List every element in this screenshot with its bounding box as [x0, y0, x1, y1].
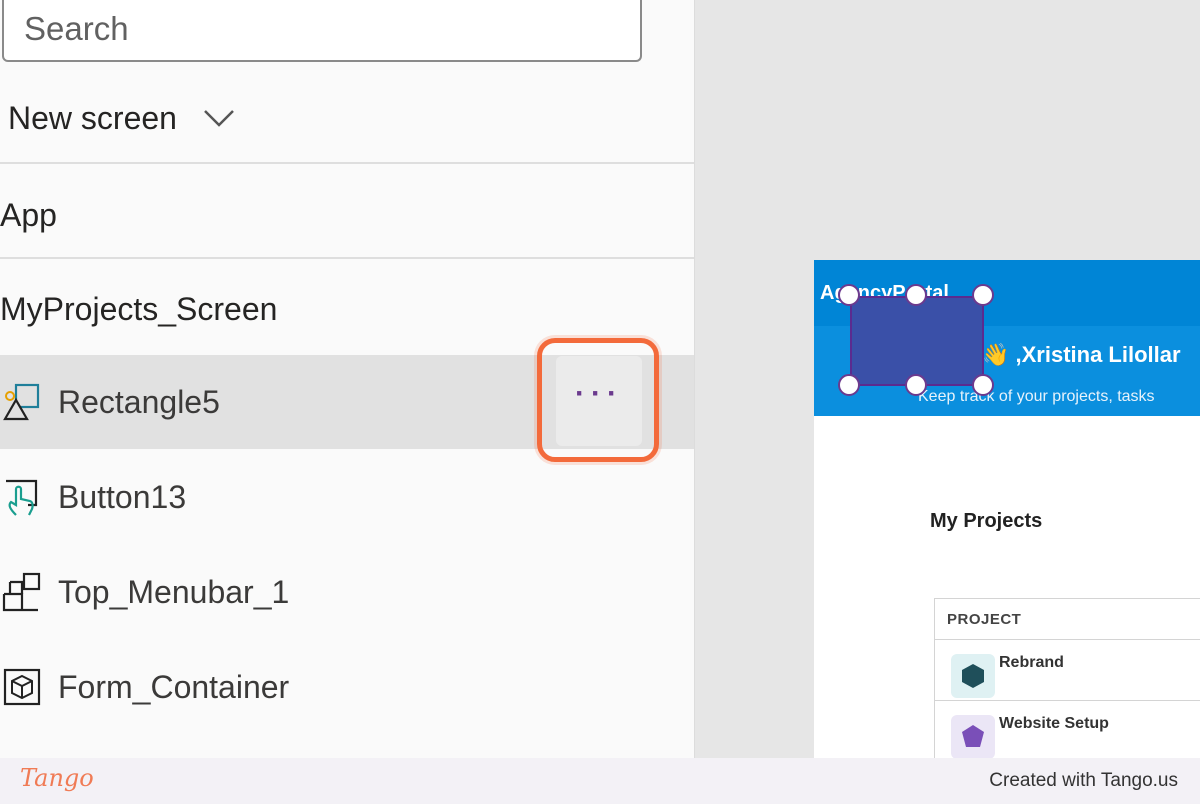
- created-with-text: Created with Tango.us: [989, 770, 1178, 791]
- rectangle-icon: [3, 383, 40, 421]
- tree-item-screen[interactable]: MyProjects_Screen: [0, 282, 694, 336]
- resize-handle[interactable]: [972, 374, 994, 396]
- gem-icon: [962, 725, 984, 747]
- resize-handle[interactable]: [972, 284, 994, 306]
- tree-item-label: Top_Menubar_1: [58, 573, 290, 610]
- search-input[interactable]: [2, 0, 642, 62]
- resize-handle[interactable]: [905, 374, 927, 396]
- tree-item-label: Button13: [58, 478, 187, 515]
- more-options-button[interactable]: ···: [556, 356, 642, 446]
- chevron-down-icon: [204, 110, 234, 127]
- project-name: Website Setup: [999, 715, 1109, 732]
- footer-bar: Tango Created with Tango.us: [0, 758, 1200, 804]
- subtitle-text: Keep track of your projects, tasks: [918, 388, 1155, 405]
- divider: [0, 162, 694, 164]
- projects-table: PROJECT Rebrand Website Setup: [934, 598, 1200, 758]
- tree-item-button13[interactable]: Button13: [0, 450, 694, 544]
- project-name: Rebrand: [999, 654, 1064, 671]
- project-thumbnail: [951, 715, 995, 758]
- tree-item-top-menubar[interactable]: Top_Menubar_1: [0, 545, 694, 639]
- container-icon: [2, 572, 41, 612]
- form-container-icon: [3, 668, 41, 706]
- table-header: PROJECT: [935, 599, 1200, 640]
- highlight-ring: ···: [537, 338, 659, 462]
- tree-item-app[interactable]: App: [0, 188, 694, 242]
- table-row[interactable]: Website Setup: [935, 701, 1200, 758]
- section-title: My Projects: [930, 510, 1043, 532]
- divider: [0, 257, 694, 259]
- app-label: App: [0, 196, 57, 233]
- resize-handle[interactable]: [905, 284, 927, 306]
- tango-logo: Tango: [20, 764, 94, 792]
- new-screen-label: New screen: [8, 99, 177, 136]
- table-row[interactable]: Rebrand: [935, 640, 1200, 701]
- tree-item-label: Rectangle5: [58, 383, 220, 420]
- resize-handle[interactable]: [838, 284, 860, 306]
- tree-item-form-container[interactable]: Form_Container: [0, 640, 694, 734]
- app-preview-canvas[interactable]: AgencyPortal 👋 ,Xristina Lilollar Keep t…: [814, 260, 1200, 758]
- new-screen-dropdown[interactable]: New screen: [8, 92, 235, 144]
- button-icon: [6, 479, 38, 516]
- project-thumbnail: [951, 654, 995, 698]
- tree-item-label: Form_Container: [58, 668, 290, 705]
- selected-rectangle[interactable]: [850, 296, 984, 386]
- screen-label: MyProjects_Screen: [0, 290, 278, 327]
- resize-handle[interactable]: [838, 374, 860, 396]
- hexagon-icon: [962, 664, 984, 688]
- greeting-text: 👋 ,Xristina Lilollar: [982, 342, 1181, 367]
- tree-view-panel: New screen App MyProjects_Screen Rectang…: [0, 0, 695, 758]
